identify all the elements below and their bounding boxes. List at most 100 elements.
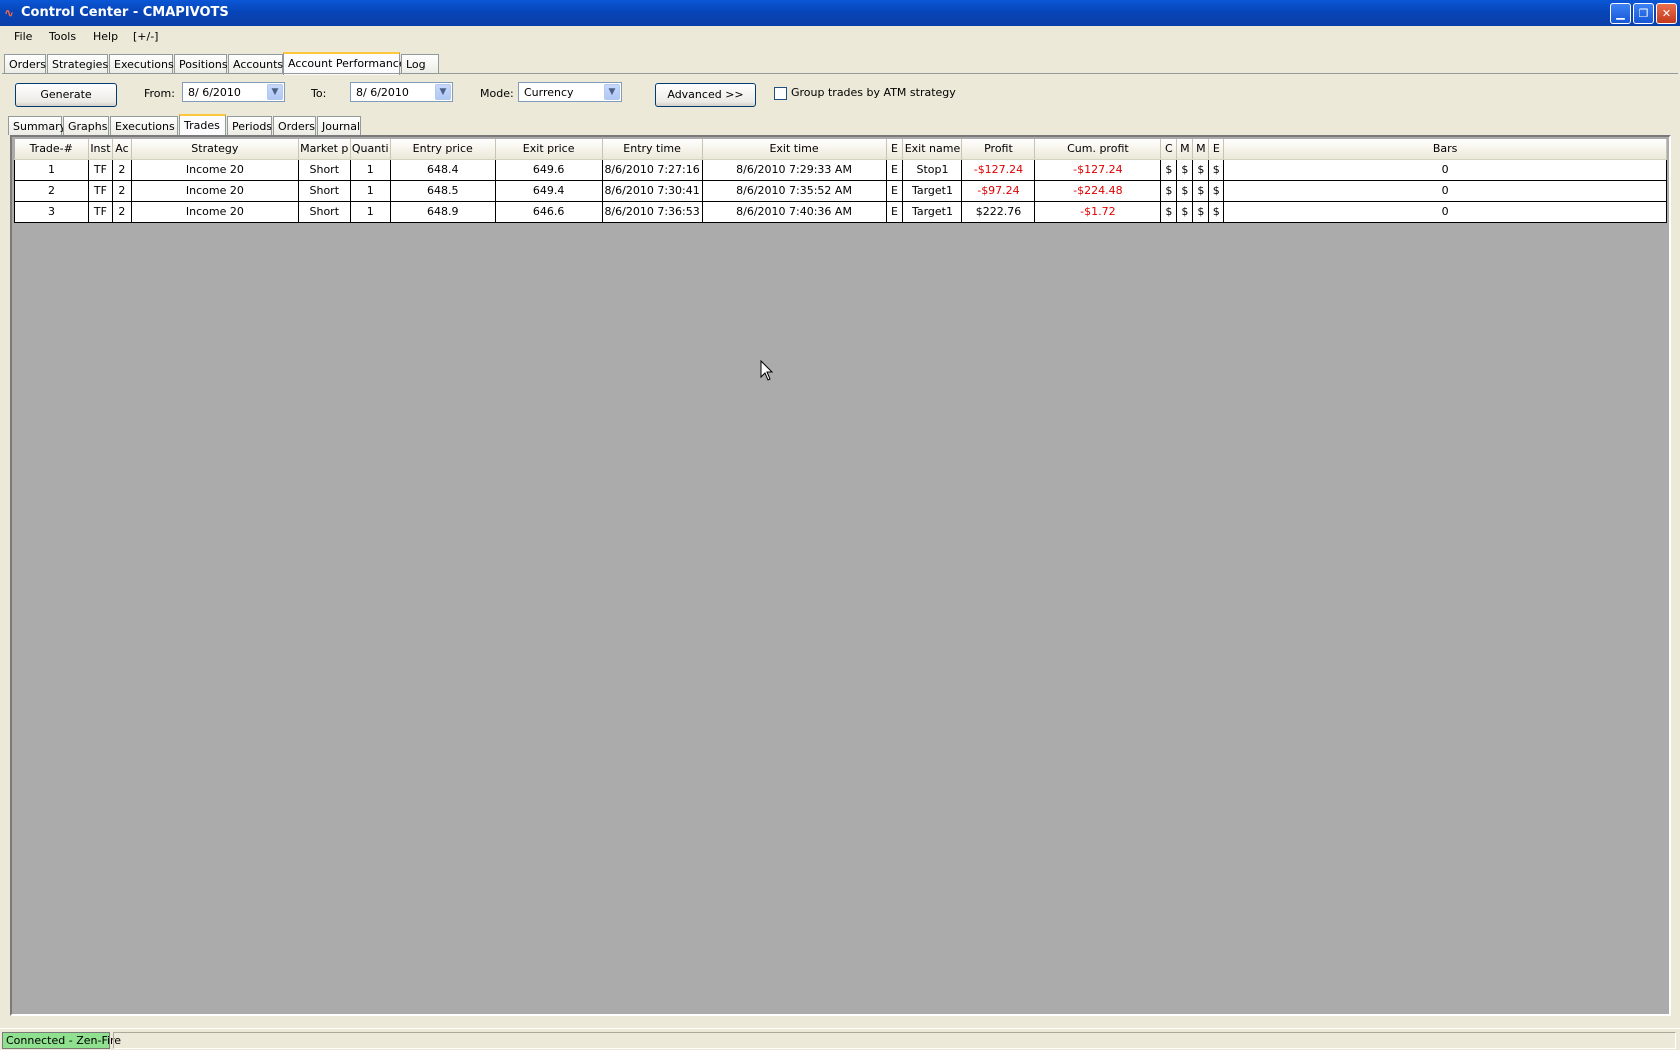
- table-cell: $: [1160, 179, 1178, 202]
- chevron-down-icon[interactable]: ▼: [604, 84, 620, 100]
- column-header[interactable]: E: [1208, 139, 1225, 160]
- menu-help[interactable]: Help: [93, 30, 118, 43]
- tab-strategies[interactable]: Strategies: [47, 54, 108, 74]
- table-cell: $: [1208, 158, 1225, 181]
- table-row[interactable]: 2 TF 2 Income 20 Short 1 648.5 649.4 8/6/2010 7:…: [14, 179, 1667, 202]
- column-header[interactable]: C: [1160, 139, 1178, 160]
- table-cell: 2: [111, 179, 132, 202]
- table-cell: $: [1160, 158, 1178, 181]
- column-header[interactable]: Bars: [1223, 139, 1667, 160]
- table-cell: 1: [349, 158, 391, 181]
- chevron-down-icon[interactable]: ▼: [435, 84, 451, 100]
- table-cell: Income 20: [130, 158, 299, 181]
- table-row[interactable]: 3 TF 2 Income 20 Short 1 648.9 646.6 8/6/2010 7:…: [14, 200, 1667, 223]
- table-cell: $: [1176, 200, 1194, 223]
- minimize-button[interactable]: ▁: [1610, 3, 1631, 24]
- table-cell: 648.5: [389, 179, 496, 202]
- column-header[interactable]: E: [886, 139, 904, 160]
- tab-executions[interactable]: Executions: [109, 54, 174, 74]
- tab-accounts[interactable]: Accounts: [228, 54, 283, 74]
- tab-journal[interactable]: Journal: [317, 116, 361, 135]
- column-header[interactable]: Cum. profit: [1034, 139, 1162, 160]
- table-cell: E: [885, 200, 904, 223]
- from-date-picker[interactable]: 8/ 6/2010 ▼: [182, 82, 285, 102]
- to-date-picker[interactable]: 8/ 6/2010 ▼: [350, 82, 453, 102]
- table-cell: 8/6/2010 7:29:33 AM: [701, 158, 887, 181]
- table-cell: Short: [297, 200, 351, 223]
- column-header[interactable]: Quanti: [350, 139, 391, 160]
- tab-log[interactable]: Log: [401, 54, 439, 74]
- group-trades-checkbox[interactable]: [774, 87, 787, 100]
- column-header[interactable]: Entry time: [602, 139, 703, 160]
- generate-button[interactable]: Generate: [15, 83, 117, 107]
- column-header[interactable]: Entry price: [390, 139, 496, 160]
- tab-positions[interactable]: Positions: [174, 54, 228, 74]
- status-panel: [113, 1032, 1676, 1049]
- column-header[interactable]: Exit price: [495, 139, 603, 160]
- table-cell: -$224.48: [1034, 179, 1162, 202]
- tab-orders[interactable]: Orders: [4, 54, 46, 74]
- table-cell: $: [1160, 200, 1178, 223]
- trades-table: Trade-# Inst Ac Strategy Market p Quanti Entry…: [14, 139, 1667, 223]
- tab-graphs[interactable]: Graphs: [63, 116, 109, 135]
- status-bar: Connected - Zen-Fire: [0, 1028, 1680, 1050]
- table-cell: Short: [297, 158, 351, 181]
- mode-value: Currency: [524, 86, 574, 99]
- table-cell: 0: [1223, 200, 1667, 223]
- trades-grid: Trade-# Inst Ac Strategy Market p Quanti Entry…: [10, 135, 1671, 1016]
- close-button[interactable]: ✕: [1656, 3, 1677, 24]
- to-label: To:: [311, 87, 327, 100]
- column-header[interactable]: Exit name: [902, 139, 963, 160]
- menu-tools[interactable]: Tools: [49, 30, 76, 43]
- column-header[interactable]: M: [1176, 139, 1194, 160]
- connection-status: Connected - Zen-Fire: [2, 1032, 121, 1049]
- tab-executions-sub[interactable]: Executions: [110, 116, 178, 135]
- table-cell: 1: [14, 158, 89, 181]
- table-cell: -$127.24: [961, 158, 1036, 181]
- menu-bar: File Tools Help [+/-]: [0, 26, 1680, 48]
- table-cell: 649.6: [494, 158, 603, 181]
- column-header[interactable]: M: [1192, 139, 1210, 160]
- chevron-down-icon[interactable]: ▼: [267, 84, 283, 100]
- column-header[interactable]: Exit time: [702, 139, 887, 160]
- menu-file[interactable]: File: [14, 30, 32, 43]
- table-cell: $: [1176, 158, 1194, 181]
- table-cell: $: [1192, 200, 1210, 223]
- tab-account-performance[interactable]: Account Performance: [283, 52, 406, 75]
- column-header[interactable]: Inst: [88, 139, 113, 160]
- table-cell: Short: [297, 179, 351, 202]
- table-cell: 8/6/2010 7:40:36 AM: [701, 200, 887, 223]
- table-cell: -$127.24: [1034, 158, 1162, 181]
- table-cell: 1: [349, 179, 391, 202]
- table-row[interactable]: 1 TF 2 Income 20 Short 1 648.4 649.6 8/6/2010 7:…: [14, 158, 1667, 181]
- tab-trades[interactable]: Trades: [179, 114, 226, 135]
- advanced-button[interactable]: Advanced >>: [655, 83, 756, 107]
- column-header[interactable]: Trade-#: [14, 139, 89, 160]
- table-cell: $: [1192, 158, 1210, 181]
- column-header[interactable]: Profit: [961, 139, 1036, 160]
- tab-summary[interactable]: Summary: [8, 116, 66, 135]
- table-cell: -$97.24: [961, 179, 1036, 202]
- table-cell: 8/6/2010 7:30:41: [601, 179, 703, 202]
- group-trades-label: Group trades by ATM strategy: [791, 86, 956, 99]
- mode-select[interactable]: Currency ▼: [518, 82, 622, 102]
- column-header[interactable]: Strategy: [131, 139, 299, 160]
- table-cell: 0: [1223, 158, 1667, 181]
- tab-orders-sub[interactable]: Orders: [273, 116, 316, 135]
- table-cell: Target1: [902, 200, 963, 223]
- table-cell: TF: [87, 179, 113, 202]
- table-cell: 648.9: [389, 200, 496, 223]
- table-cell: 8/6/2010 7:27:16: [601, 158, 703, 181]
- column-header[interactable]: Market p: [298, 139, 351, 160]
- table-cell: TF: [87, 158, 113, 181]
- menu-toggle[interactable]: [+/-]: [133, 30, 158, 43]
- table-cell: Target1: [902, 179, 963, 202]
- column-header[interactable]: Ac: [112, 139, 132, 160]
- table-cell: $: [1208, 179, 1225, 202]
- table-cell: 649.4: [494, 179, 603, 202]
- tab-periods[interactable]: Periods: [227, 116, 272, 135]
- mouse-cursor-icon: [760, 360, 774, 381]
- restore-button[interactable]: ❐: [1633, 3, 1654, 24]
- table-cell: E: [885, 179, 904, 202]
- table-cell: 2: [14, 179, 89, 202]
